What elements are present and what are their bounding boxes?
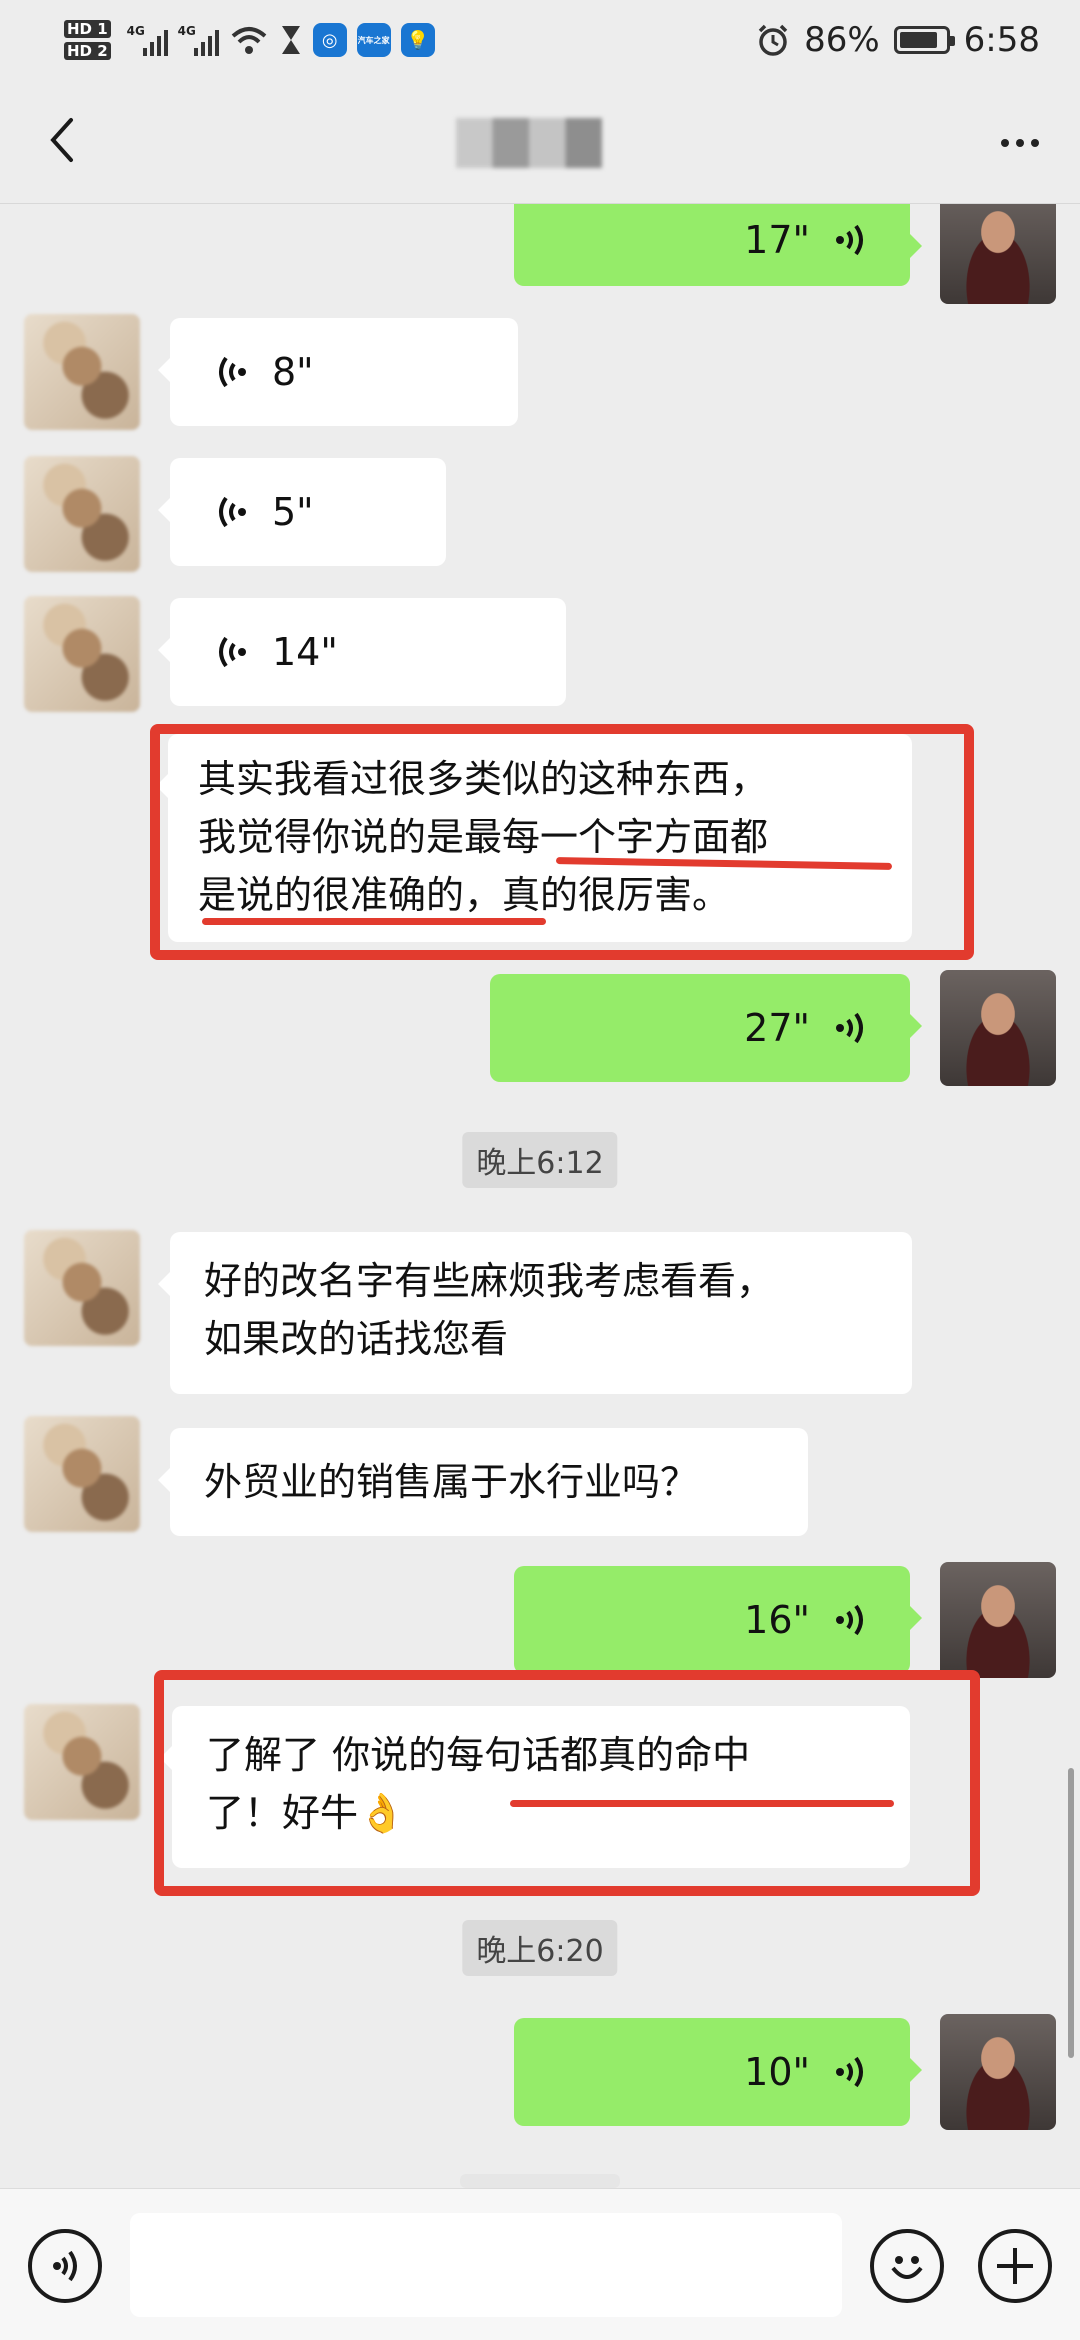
- chat-messages[interactable]: 17" 8" 5" 14" 其实我看过很多类似的这种东西， 我觉得你说的是最每一…: [0, 204, 1080, 2188]
- avatar-contact[interactable]: [24, 1704, 140, 1820]
- plus-button[interactable]: [978, 2229, 1052, 2303]
- voice-message-out[interactable]: 17": [514, 204, 922, 286]
- avatar-self[interactable]: [940, 2014, 1056, 2130]
- avatar-contact[interactable]: [24, 1416, 140, 1532]
- more-button[interactable]: [990, 118, 1050, 168]
- text-message-in[interactable]: 外贸业的销售属于水行业吗？: [158, 1428, 808, 1536]
- text-message-in[interactable]: 好的改名字有些麻烦我考虑看看， 如果改的话找您看: [158, 1232, 912, 1394]
- hd-indicators: HD 1 HD 2: [64, 18, 111, 62]
- bulb-app-icon: 💡: [400, 23, 435, 57]
- message-line: 是说的很准确的，真的很厉害。: [198, 873, 731, 917]
- voice-wave-icon: [836, 2056, 863, 2088]
- voice-wave-icon: [219, 356, 246, 388]
- voice-mode-button[interactable]: [28, 2229, 102, 2303]
- voice-duration: 14": [272, 630, 338, 674]
- message-line: 外贸业的销售属于水行业吗？: [204, 1460, 699, 1504]
- avatar-contact[interactable]: [24, 456, 140, 572]
- voice-message-out[interactable]: 27": [490, 974, 922, 1082]
- emoji-button[interactable]: [870, 2229, 944, 2303]
- signal-icon: 4G: [127, 24, 168, 56]
- clock: 6:58: [963, 20, 1040, 60]
- hourglass-icon: [281, 26, 300, 54]
- avatar-self[interactable]: [940, 204, 1056, 304]
- timestamp: 晚上6:20: [462, 1920, 618, 1976]
- network-type-1: 4G: [126, 24, 145, 38]
- avatar-self[interactable]: [940, 1562, 1056, 1678]
- battery-icon: [893, 26, 955, 54]
- hd1-label: HD 1: [64, 20, 111, 38]
- avatar-contact[interactable]: [24, 1230, 140, 1346]
- wifi-icon: [231, 27, 266, 54]
- voice-wave-icon: [836, 224, 863, 256]
- voice-wave-icon: [836, 1012, 863, 1044]
- voice-duration: 5": [272, 490, 314, 534]
- voice-wave-icon: [219, 496, 246, 528]
- contact-name-blurred: [456, 118, 602, 168]
- voice-duration: 17": [744, 218, 810, 262]
- avatar-contact[interactable]: [24, 596, 140, 712]
- autohome-app-icon: 汽车之家: [356, 23, 391, 57]
- voice-duration: 8": [272, 350, 314, 394]
- alarm-icon: [758, 24, 788, 56]
- network-type-2: 4G: [177, 24, 196, 38]
- plus-icon: [997, 2248, 1033, 2284]
- message-line: 其实我看过很多类似的这种东西，: [198, 757, 769, 801]
- battery-percent: 86%: [804, 20, 880, 60]
- timestamp: 晚上6:12: [462, 1132, 618, 1188]
- message-line: 了解了 你说的每句话都真的命中: [206, 1733, 751, 1777]
- avatar-self[interactable]: [940, 970, 1056, 1086]
- chat-header: [0, 80, 1080, 204]
- voice-duration: 10": [744, 2050, 810, 2094]
- message-line: 了！好牛👌: [206, 1791, 406, 1835]
- voice-message-in[interactable]: 5": [158, 458, 446, 566]
- back-button[interactable]: [32, 110, 92, 170]
- scrollbar-thumb[interactable]: [1068, 1768, 1074, 2058]
- message-line: 如果改的话找您看: [204, 1317, 509, 1361]
- voice-message-in[interactable]: 8": [158, 318, 518, 426]
- text-message-in[interactable]: 其实我看过很多类似的这种东西， 我觉得你说的是最每一个字方面都 是说的很准确的，…: [156, 734, 912, 942]
- voice-duration: 16": [744, 1598, 810, 1642]
- message-input[interactable]: [130, 2213, 842, 2317]
- app-notification-icon: ◎: [312, 23, 347, 57]
- text-message-in[interactable]: 了解了 你说的每句话都真的命中 了！好牛👌: [160, 1706, 910, 1868]
- more-dots-icon: [1001, 139, 1009, 147]
- signal-icon: 4G: [178, 24, 219, 56]
- voice-duration: 27": [744, 1006, 810, 1050]
- chevron-left-icon: [50, 118, 73, 162]
- status-bar: HD 1 HD 2 4G 4G ◎ 汽车之家 💡 86% 6:58: [0, 0, 1080, 80]
- emoji-icon: [891, 2256, 923, 2279]
- voice-wave-icon: [836, 1604, 863, 1636]
- loading-hint: [460, 2174, 620, 2188]
- voice-mode-icon: [53, 2250, 77, 2282]
- message-line: 我觉得你说的是最每一个字方面都: [198, 815, 769, 859]
- input-bar: [0, 2188, 1080, 2340]
- voice-message-out[interactable]: 10": [514, 2018, 922, 2126]
- voice-message-out[interactable]: 16": [514, 1566, 922, 1674]
- message-line: 好的改名字有些麻烦我考虑看看，: [204, 1259, 775, 1303]
- voice-message-in[interactable]: 14": [158, 598, 566, 706]
- voice-wave-icon: [219, 636, 246, 668]
- hd2-label: HD 2: [64, 42, 111, 60]
- avatar-contact[interactable]: [24, 314, 140, 430]
